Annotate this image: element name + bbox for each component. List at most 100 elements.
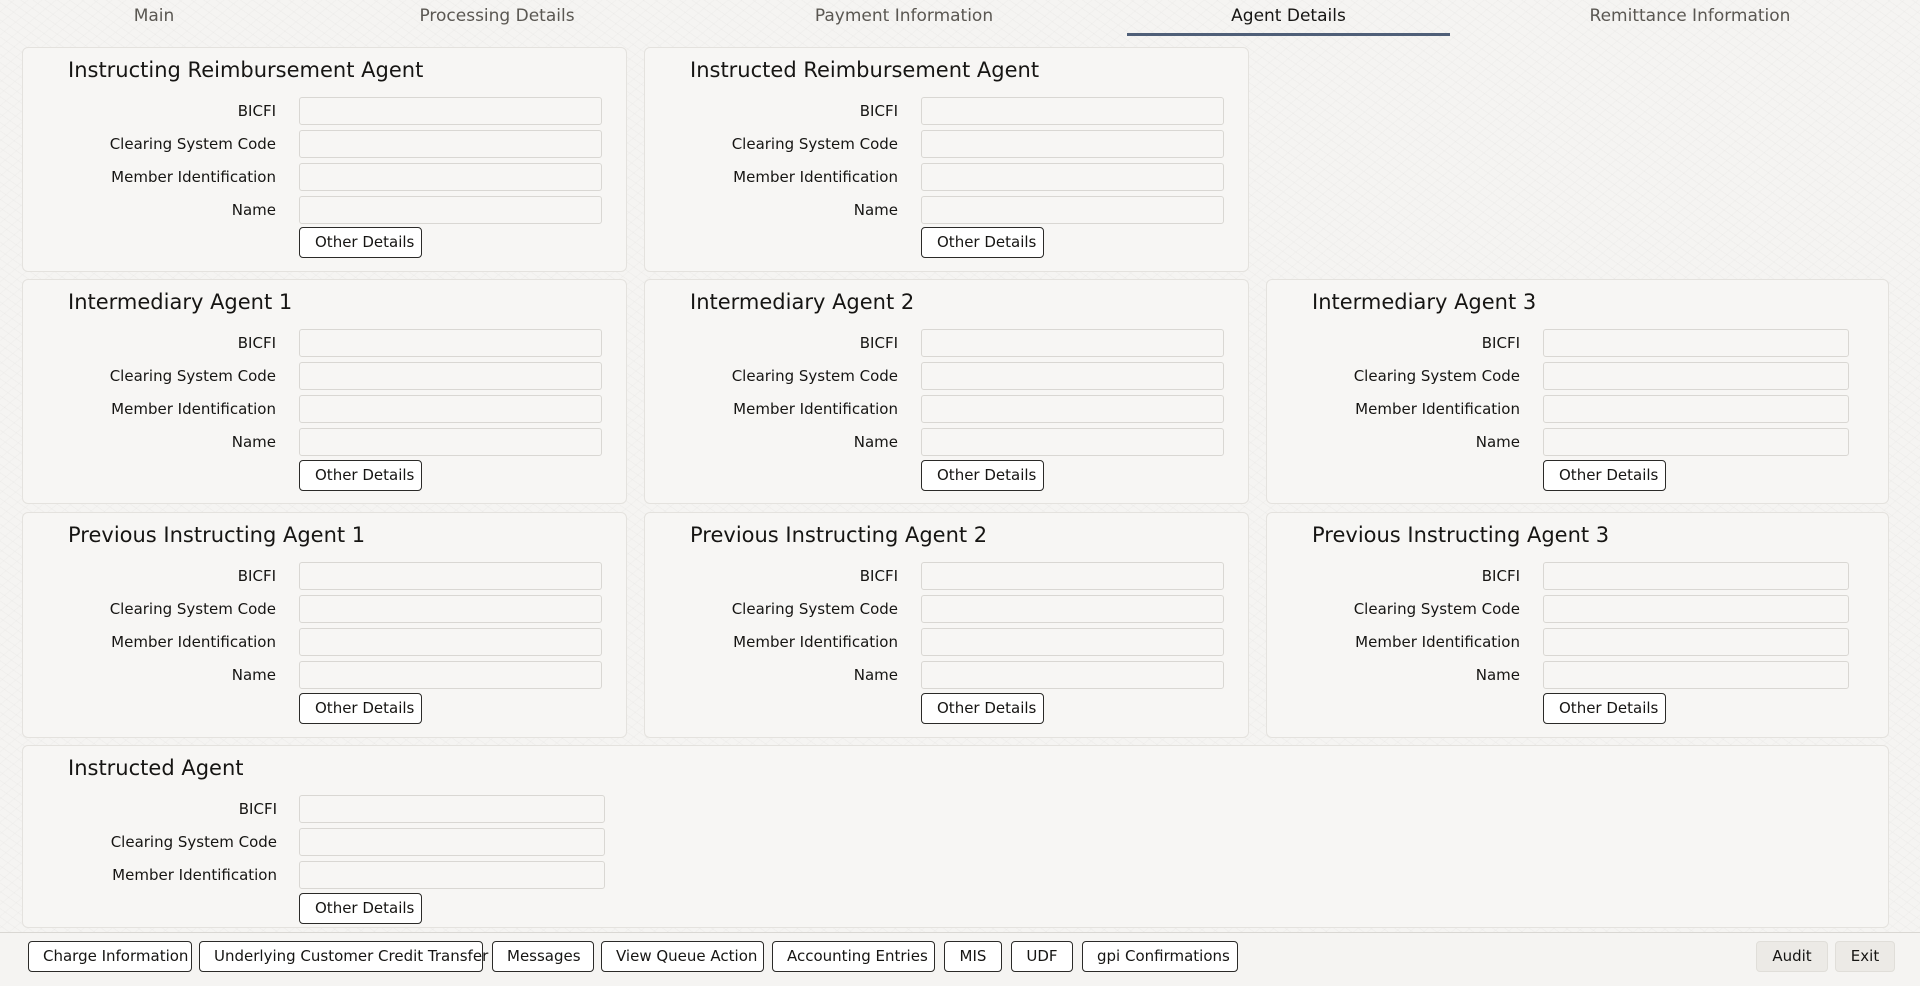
name-label: Name — [1475, 433, 1520, 451]
bicfi-label: BICFI — [1481, 334, 1520, 352]
member-identification-input[interactable] — [1543, 628, 1849, 656]
name-label: Name — [853, 666, 898, 684]
messages-button[interactable]: Messages — [492, 941, 594, 972]
other-details-button[interactable]: Other Details — [1543, 693, 1666, 724]
name-input[interactable] — [921, 196, 1224, 224]
name-input[interactable] — [299, 196, 602, 224]
other-details-button[interactable]: Other Details — [299, 893, 422, 924]
other-details-button[interactable]: Other Details — [921, 227, 1044, 258]
bicfi-input[interactable] — [299, 97, 602, 125]
member-identification-label: Member Identification — [733, 168, 898, 186]
exit-button[interactable]: Exit — [1835, 941, 1895, 972]
panel-intermediary-agent-1: Intermediary Agent 1 BICFI Clearing Syst… — [22, 279, 627, 504]
member-identification-input[interactable] — [921, 395, 1224, 423]
member-identification-label: Member Identification — [111, 168, 276, 186]
name-label: Name — [853, 433, 898, 451]
panel-previous-instructing-agent-1: Previous Instructing Agent 1 BICFI Clear… — [22, 512, 627, 738]
bicfi-input[interactable] — [299, 795, 605, 823]
panel-instructed-agent: Instructed Agent BICFI Clearing System C… — [22, 745, 1889, 928]
other-details-button[interactable]: Other Details — [921, 460, 1044, 491]
panel-title: Instructed Reimbursement Agent — [690, 58, 1040, 82]
tab-processing-details[interactable]: Processing Details — [380, 0, 614, 36]
clearing-system-code-input[interactable] — [299, 362, 602, 390]
clearing-system-code-label: Clearing System Code — [731, 135, 898, 153]
other-details-button[interactable]: Other Details — [921, 693, 1044, 724]
member-identification-input[interactable] — [299, 628, 602, 656]
bicfi-input[interactable] — [1543, 329, 1849, 357]
bicfi-input[interactable] — [1543, 562, 1849, 590]
member-identification-input[interactable] — [299, 861, 605, 889]
other-details-button[interactable]: Other Details — [299, 693, 422, 724]
other-details-button[interactable]: Other Details — [299, 460, 422, 491]
bicfi-input[interactable] — [921, 562, 1224, 590]
name-input[interactable] — [1543, 661, 1849, 689]
member-identification-label: Member Identification — [733, 633, 898, 651]
member-identification-input[interactable] — [921, 163, 1224, 191]
panel-intermediary-agent-2: Intermediary Agent 2 BICFI Clearing Syst… — [644, 279, 1249, 504]
view-queue-action-button[interactable]: View Queue Action — [601, 941, 764, 972]
charge-information-button[interactable]: Charge Information — [28, 941, 192, 972]
gpi-confirmations-button[interactable]: gpi Confirmations — [1082, 941, 1238, 972]
name-label: Name — [231, 433, 276, 451]
clearing-system-code-input[interactable] — [299, 828, 605, 856]
panel-previous-instructing-agent-3: Previous Instructing Agent 3 BICFI Clear… — [1266, 512, 1889, 738]
audit-button[interactable]: Audit — [1756, 941, 1828, 972]
name-label: Name — [231, 666, 276, 684]
name-label: Name — [853, 201, 898, 219]
clearing-system-code-input[interactable] — [921, 362, 1224, 390]
bicfi-input[interactable] — [921, 97, 1224, 125]
tab-agent-details[interactable]: Agent Details — [1127, 0, 1450, 36]
bicfi-label: BICFI — [238, 800, 277, 818]
name-label: Name — [1475, 666, 1520, 684]
underlying-customer-credit-transfer-button[interactable]: Underlying Customer Credit Transfer — [199, 941, 488, 972]
clearing-system-code-input[interactable] — [921, 595, 1224, 623]
bicfi-label: BICFI — [859, 102, 898, 120]
clearing-system-code-input[interactable] — [1543, 362, 1849, 390]
name-input[interactable] — [921, 661, 1224, 689]
name-input[interactable] — [299, 661, 602, 689]
bicfi-label: BICFI — [859, 334, 898, 352]
bicfi-label: BICFI — [237, 334, 276, 352]
name-input[interactable] — [299, 428, 602, 456]
clearing-system-code-label: Clearing System Code — [109, 600, 276, 618]
clearing-system-code-input[interactable] — [921, 130, 1224, 158]
panel-instructed-reimbursement-agent: Instructed Reimbursement Agent BICFI Cle… — [644, 47, 1249, 272]
bicfi-input[interactable] — [299, 562, 602, 590]
other-details-button[interactable]: Other Details — [299, 227, 422, 258]
tab-main[interactable]: Main — [60, 0, 248, 36]
panel-title: Intermediary Agent 1 — [68, 290, 293, 314]
panel-previous-instructing-agent-2: Previous Instructing Agent 2 BICFI Clear… — [644, 512, 1249, 738]
accounting-entries-button[interactable]: Accounting Entries — [772, 941, 935, 972]
clearing-system-code-input[interactable] — [299, 130, 602, 158]
member-identification-input[interactable] — [299, 163, 602, 191]
clearing-system-code-label: Clearing System Code — [109, 135, 276, 153]
udf-button[interactable]: UDF — [1011, 941, 1073, 972]
panel-title: Instructed Agent — [68, 756, 244, 780]
other-details-button[interactable]: Other Details — [1543, 460, 1666, 491]
mis-button[interactable]: MIS — [944, 941, 1002, 972]
panel-intermediary-agent-3: Intermediary Agent 3 BICFI Clearing Syst… — [1266, 279, 1889, 504]
name-input[interactable] — [921, 428, 1224, 456]
member-identification-label: Member Identification — [111, 633, 276, 651]
member-identification-input[interactable] — [921, 628, 1224, 656]
tab-payment-information[interactable]: Payment Information — [790, 0, 1018, 36]
panel-title: Intermediary Agent 3 — [1312, 290, 1537, 314]
tab-remittance-information[interactable]: Remittance Information — [1560, 0, 1820, 36]
member-identification-label: Member Identification — [111, 400, 276, 418]
name-input[interactable] — [1543, 428, 1849, 456]
clearing-system-code-input[interactable] — [1543, 595, 1849, 623]
bicfi-label: BICFI — [237, 567, 276, 585]
clearing-system-code-input[interactable] — [299, 595, 602, 623]
member-identification-input[interactable] — [299, 395, 602, 423]
member-identification-label: Member Identification — [1355, 633, 1520, 651]
bicfi-label: BICFI — [1481, 567, 1520, 585]
bicfi-label: BICFI — [237, 102, 276, 120]
panel-title: Previous Instructing Agent 3 — [1312, 523, 1610, 547]
bicfi-input[interactable] — [299, 329, 602, 357]
panel-title: Previous Instructing Agent 1 — [68, 523, 366, 547]
member-identification-label: Member Identification — [733, 400, 898, 418]
panel-title: Intermediary Agent 2 — [690, 290, 915, 314]
bicfi-input[interactable] — [921, 329, 1224, 357]
member-identification-input[interactable] — [1543, 395, 1849, 423]
member-identification-label: Member Identification — [112, 866, 277, 884]
